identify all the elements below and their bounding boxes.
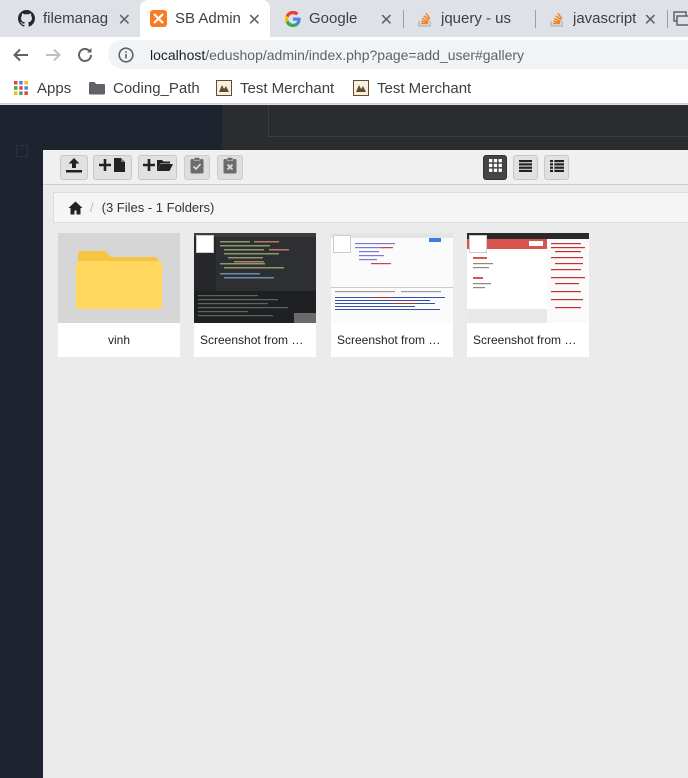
- back-button[interactable]: [9, 43, 33, 67]
- item-name: Screenshot from 2…: [467, 323, 589, 357]
- google-icon: [284, 10, 301, 27]
- folder-icon: [89, 80, 105, 96]
- grid-view-icon: [488, 158, 502, 177]
- address-bar[interactable]: localhost/edushop/admin/index.php?page=a…: [108, 40, 688, 69]
- new-folder-button[interactable]: [138, 155, 177, 180]
- tab-javascript[interactable]: javascript ✕: [536, 0, 666, 37]
- url-path: /edushop/admin/index.php?page=add_user#g…: [205, 46, 525, 63]
- tab-divider: [667, 10, 668, 28]
- close-icon[interactable]: ✕: [244, 10, 264, 30]
- item-name-text: Screenshot from 2…: [200, 333, 310, 347]
- close-icon[interactable]: ✕: [640, 10, 660, 30]
- close-icon[interactable]: ✕: [376, 10, 396, 30]
- select-checkbox[interactable]: [469, 235, 487, 253]
- browser-tab-strip: filemanag ✕ SB Admin ✕ Google ✕ jquery -…: [0, 0, 688, 37]
- breadcrumb: / (3 Files - 1 Folders): [53, 192, 688, 223]
- merchant-icon: [353, 80, 369, 96]
- tab-title: javascript: [573, 10, 637, 27]
- new-folder-icon: [142, 157, 173, 178]
- select-checkbox[interactable]: [196, 235, 214, 253]
- tab-google[interactable]: Google ✕: [272, 0, 402, 37]
- bookmark-test-merchant-2[interactable]: Test Merchant: [353, 78, 471, 98]
- item-name: Screenshot from 2…: [194, 323, 316, 357]
- sidebar-ghost-icon: [16, 145, 28, 157]
- new-file-button[interactable]: [93, 155, 132, 180]
- select-checkbox[interactable]: [333, 235, 351, 253]
- tab-jquery[interactable]: jquery - us: [404, 0, 534, 37]
- bookmark-label: Coding_Path: [113, 79, 200, 97]
- clear-clipboard-button[interactable]: [217, 155, 243, 180]
- close-icon[interactable]: ✕: [114, 10, 134, 30]
- home-icon[interactable]: [68, 200, 84, 216]
- stackoverflow-icon: [416, 10, 433, 27]
- bookmark-coding-path[interactable]: Coding_Path: [89, 78, 200, 98]
- stackoverflow-icon: [548, 10, 565, 27]
- clear-clipboard-icon: [223, 156, 237, 179]
- breadcrumb-separator: /: [90, 200, 94, 215]
- upload-button[interactable]: [60, 155, 88, 180]
- item-name: vinh: [58, 323, 180, 357]
- file-manager: / (3 Files - 1 Folders) vinh Screenshot …: [43, 150, 688, 778]
- columns-view-icon: [549, 159, 564, 177]
- upload-icon: [65, 157, 83, 178]
- url-text: localhost/edushop/admin/index.php?page=a…: [150, 47, 524, 63]
- bookmarks-bar: Apps Coding_Path Test Merchant Test Merc…: [0, 72, 688, 104]
- file-manager-toolbar: [43, 150, 688, 185]
- folder-icon: [76, 250, 162, 317]
- bookmark-label: Test Merchant: [377, 79, 472, 97]
- info-icon[interactable]: [118, 46, 134, 63]
- forward-button[interactable]: [41, 43, 65, 67]
- paste-button[interactable]: [184, 155, 210, 180]
- image-item[interactable]: Screenshot from 2…: [467, 233, 589, 357]
- breadcrumb-summary: (3 Files - 1 Folders): [101, 200, 215, 215]
- bookmark-label: Test Merchant: [240, 79, 335, 97]
- bookmark-label: Apps: [37, 79, 72, 97]
- list-view-icon: [519, 159, 532, 177]
- github-icon: [18, 10, 35, 27]
- grid-view-button[interactable]: [483, 155, 507, 180]
- tab-overflow-icon[interactable]: [673, 11, 688, 26]
- columns-view-button[interactable]: [544, 155, 569, 180]
- merchant-icon: [216, 80, 232, 96]
- bookmark-apps[interactable]: Apps: [13, 78, 71, 98]
- item-name: Screenshot from 2…: [331, 323, 453, 357]
- tab-title: jquery - us: [441, 10, 512, 27]
- item-name-text: Screenshot from 2…: [337, 333, 447, 347]
- item-name-text: vinh: [107, 333, 130, 347]
- tab-sb-admin[interactable]: SB Admin ✕: [140, 0, 270, 37]
- url-host: localhost: [150, 46, 206, 63]
- folder-thumbnail: [58, 233, 180, 323]
- image-item[interactable]: Screenshot from 2…: [331, 233, 453, 357]
- list-view-button[interactable]: [513, 155, 538, 180]
- folder-item[interactable]: vinh: [58, 233, 180, 357]
- admin-topbar: [222, 105, 688, 150]
- bookmark-test-merchant-1[interactable]: Test Merchant: [216, 78, 334, 98]
- reload-button[interactable]: [73, 43, 97, 67]
- image-item[interactable]: Screenshot from 2…: [194, 233, 316, 357]
- topbar-panel: [268, 105, 688, 137]
- tab-filemanager[interactable]: filemanag ✕: [0, 0, 140, 37]
- browser-toolbar: localhost/edushop/admin/index.php?page=a…: [0, 37, 688, 72]
- apps-grid-icon: [13, 80, 29, 96]
- item-name-text: Screenshot from 2…: [473, 333, 583, 347]
- paste-icon: [190, 156, 204, 179]
- new-file-icon: [98, 157, 127, 178]
- xampp-icon: [150, 10, 167, 27]
